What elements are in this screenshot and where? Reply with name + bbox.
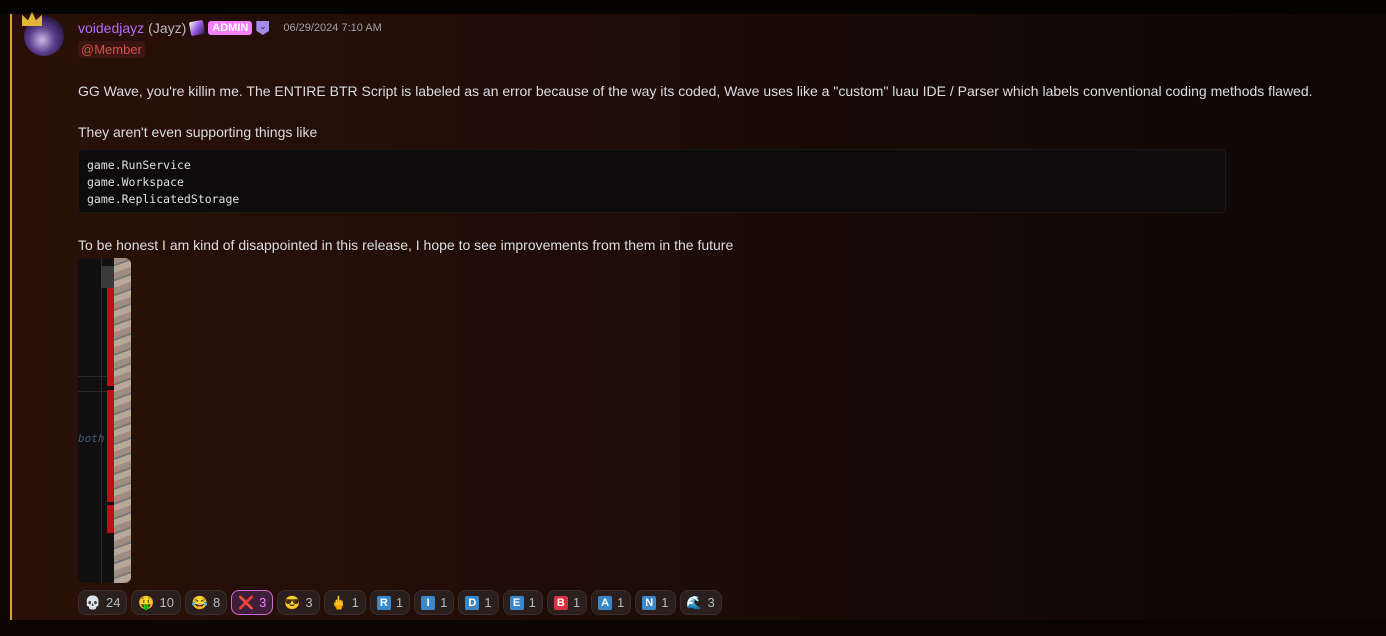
letter-r-icon: R bbox=[376, 595, 391, 610]
code-block: game.RunService game.Workspace game.Repl… bbox=[78, 149, 1226, 213]
code-line: game.Workspace bbox=[87, 175, 184, 189]
reaction-button[interactable]: 💀 24 bbox=[78, 590, 128, 615]
reaction-count: 1 bbox=[395, 595, 404, 610]
message-text: To be honest I am kind of disappointed i… bbox=[78, 237, 734, 253]
letter-i-icon: I bbox=[421, 595, 436, 610]
shield-badge-icon: ⌄ bbox=[256, 21, 270, 35]
reaction-button[interactable]: 🌊 3 bbox=[679, 590, 722, 615]
reaction-count: 24 bbox=[106, 595, 121, 610]
timestamp: 06/29/2024 7:10 AM bbox=[283, 22, 382, 34]
reaction-emoji-icon: 🤑 bbox=[138, 594, 155, 610]
letter-a-icon: A bbox=[598, 595, 613, 610]
reaction-count: 1 bbox=[661, 595, 669, 610]
reaction-count: 8 bbox=[212, 595, 221, 610]
code-line: game.ReplicatedStorage bbox=[87, 192, 240, 206]
image-attachment[interactable]: both bbox=[78, 258, 131, 583]
reaction-button[interactable]: B1 bbox=[546, 590, 588, 615]
reaction-emoji-icon: ❌ bbox=[238, 594, 255, 610]
letter-e-icon: E bbox=[509, 595, 524, 610]
avatar[interactable] bbox=[22, 12, 64, 56]
reaction-button[interactable]: 😂 8 bbox=[184, 590, 228, 615]
image-line bbox=[101, 258, 102, 583]
letter-b-icon: B bbox=[553, 595, 568, 610]
reaction-count: 1 bbox=[528, 595, 536, 610]
image-bar bbox=[107, 505, 114, 533]
nickname: (Jayz) bbox=[148, 20, 187, 36]
crown-icon bbox=[22, 12, 42, 26]
reaction-count: 1 bbox=[484, 595, 492, 610]
image-bar bbox=[107, 288, 114, 386]
reaction-count: 3 bbox=[259, 595, 267, 610]
image-texture bbox=[114, 258, 131, 583]
bottom-bar bbox=[0, 620, 1386, 636]
reaction-count: 10 bbox=[159, 595, 174, 610]
role-mention[interactable]: @Member bbox=[78, 41, 145, 58]
code-line: game.RunService bbox=[87, 158, 191, 172]
reaction-emoji-icon: 🌊 bbox=[686, 594, 703, 610]
image-text: both bbox=[78, 432, 105, 445]
reaction-button[interactable]: E1 bbox=[502, 590, 543, 615]
reaction-button[interactable]: N1 bbox=[635, 590, 676, 615]
reaction-button[interactable]: A1 bbox=[591, 590, 632, 615]
reaction-count: 3 bbox=[305, 595, 313, 610]
message-text: They aren't even supporting things like bbox=[78, 124, 318, 140]
chat-message: voidedjayz (Jayz) ADMIN ⌄ 06/29/2024 7:1… bbox=[10, 12, 1386, 620]
reaction-count: 1 bbox=[440, 595, 448, 610]
reaction-button[interactable]: 😎 3 bbox=[277, 590, 320, 615]
reaction-emoji-icon: 🖕 bbox=[330, 594, 347, 610]
message-text: GG Wave, you're killin me. The ENTIRE BT… bbox=[78, 83, 1313, 99]
letter-n-icon: N bbox=[642, 595, 657, 610]
letter-d-icon: D bbox=[465, 595, 480, 610]
image-bar bbox=[107, 390, 114, 502]
reaction-button[interactable]: 🖕 1 bbox=[323, 590, 366, 615]
image-block bbox=[101, 266, 114, 288]
reaction-button[interactable]: I1 bbox=[414, 590, 455, 615]
reaction-emoji-icon: 😎 bbox=[284, 594, 301, 610]
reaction-emoji-icon: 💀 bbox=[84, 594, 102, 610]
role-icon bbox=[189, 19, 206, 37]
reaction-count: 1 bbox=[572, 595, 581, 610]
reaction-count: 3 bbox=[707, 595, 715, 610]
message-header: voidedjayz (Jayz) ADMIN ⌄ 06/29/2024 7:1… bbox=[78, 19, 382, 37]
reaction-emoji-icon: 😂 bbox=[191, 594, 209, 610]
admin-badge: ADMIN bbox=[208, 21, 253, 35]
reaction-button[interactable]: 🤑 10 bbox=[131, 590, 181, 615]
reaction-button[interactable]: R1 bbox=[369, 590, 411, 615]
reactions-bar: 💀 24 🤑 10 😂 8 ❌ 3 😎 3 🖕 1 R 1 I 1 D 1 E 1 B 1 A 1 N 1 🌊 3 bbox=[78, 590, 722, 615]
top-bar bbox=[0, 0, 1386, 14]
reaction-button[interactable]: ❌ 3 bbox=[231, 590, 274, 615]
reaction-count: 1 bbox=[351, 595, 359, 610]
reaction-button[interactable]: D1 bbox=[458, 590, 499, 615]
username[interactable]: voidedjayz bbox=[78, 20, 144, 36]
reaction-count: 1 bbox=[617, 595, 625, 610]
